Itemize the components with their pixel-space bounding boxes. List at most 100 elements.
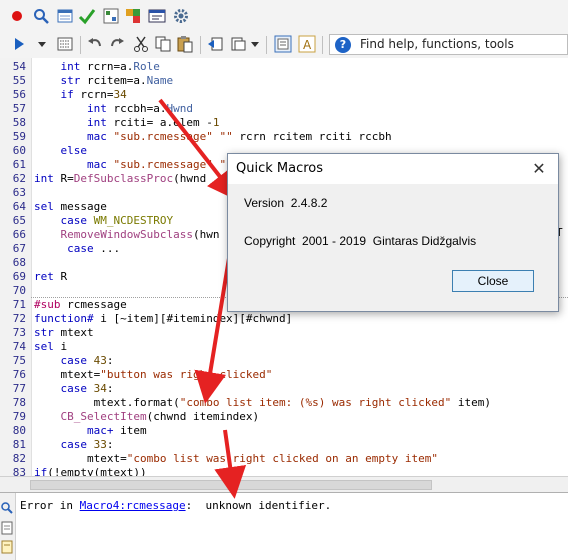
line-number: 71	[12, 298, 26, 311]
code-text[interactable]: str mtext	[34, 326, 94, 340]
code-line[interactable]: 83 if(!empty(mtext))	[0, 466, 568, 476]
code-line[interactable]: 56 if rcrn=34	[0, 88, 568, 102]
output-sidebar	[0, 493, 16, 560]
toolbar-separator	[200, 36, 201, 54]
find-output-icon[interactable]	[0, 501, 14, 515]
forward-icon[interactable]	[230, 35, 248, 53]
error-macro-link[interactable]: Macro4:rcmessage	[80, 499, 186, 512]
redo-icon[interactable]	[108, 35, 126, 53]
line-number: 62	[12, 172, 26, 185]
paste-icon[interactable]	[176, 35, 194, 53]
line-number: 73	[12, 326, 26, 339]
dialog-titlebar[interactable]: Quick Macros ✕	[228, 154, 558, 184]
code-text[interactable]: case 43:	[34, 354, 114, 368]
code-text[interactable]: CB_SelectItem(chwnd itemindex)	[34, 410, 260, 424]
output-error-message: Error in Macro4:rcmessage: unknown ident…	[20, 499, 332, 512]
properties-icon[interactable]	[56, 35, 74, 53]
code-text[interactable]: case ...	[34, 242, 120, 256]
help-search[interactable]: ? Find help, functions, tools	[329, 34, 568, 55]
code-text[interactable]: mac "sub.rcmessage" "" rcrn rcitem rciti…	[34, 130, 392, 144]
run-icon[interactable]	[10, 35, 28, 53]
document-icon[interactable]	[1, 521, 13, 535]
svg-text:A: A	[303, 38, 312, 52]
code-line[interactable]: 82 mtext="combo list was right clicked o…	[0, 452, 568, 466]
code-text[interactable]: #sub rcmessage	[34, 298, 127, 312]
code-line[interactable]: 57 int rccbh=a.Hwnd	[0, 102, 568, 116]
code-text[interactable]: if rcrn=34	[34, 88, 127, 102]
code-text[interactable]: sel message	[34, 200, 107, 214]
about-dialog: Quick Macros ✕ Version 2.4.8.2 Copyright…	[227, 153, 559, 312]
code-text[interactable]: ret R	[34, 270, 67, 284]
code-text[interactable]: mac+ item	[34, 424, 147, 438]
code-text[interactable]: RemoveWindowSubclass(hwn	[34, 228, 220, 242]
code-text[interactable]: int rccbh=a.Hwnd	[34, 102, 193, 116]
dialog-close-icon[interactable]: ✕	[528, 159, 550, 179]
run-dropdown-icon[interactable]	[36, 35, 48, 53]
code-text[interactable]: int R=DefSubclassProc(hwnd	[34, 172, 206, 186]
undo-icon[interactable]	[86, 35, 104, 53]
code-text[interactable]: case WM_NCDESTROY	[34, 214, 174, 228]
code-text[interactable]: mtext.format("combo list item: (%s) was …	[34, 396, 491, 410]
code-text[interactable]: int rciti= a.elem -1	[34, 116, 219, 130]
code-text[interactable]: case 33:	[34, 438, 114, 452]
script-icon[interactable]	[1, 540, 13, 554]
window-list-icon[interactable]	[56, 7, 74, 25]
line-number: 65	[12, 214, 26, 227]
view-icon[interactable]	[274, 35, 292, 53]
code-text[interactable]: mtext="combo list was right clicked on a…	[34, 452, 438, 466]
find-icon[interactable]	[32, 7, 50, 25]
line-number: 78	[12, 396, 26, 409]
copyright-text: Copyright 2001 - 2019 Gintaras Didžgalvi…	[244, 234, 477, 248]
output-pane[interactable]: Error in Macro4:rcmessage: unknown ident…	[0, 492, 568, 560]
options-gear-icon[interactable]	[172, 7, 190, 25]
code-text[interactable]: else	[34, 144, 88, 158]
line-number: 70	[12, 284, 26, 297]
code-line[interactable]: 75 case 43:	[0, 354, 568, 368]
code-line[interactable]: 55 str rcitem=a.Name	[0, 74, 568, 88]
code-line[interactable]: 80 mac+ item	[0, 424, 568, 438]
text-format-icon[interactable]: A	[298, 35, 316, 53]
line-number: 60	[12, 144, 26, 157]
line-number: 77	[12, 382, 26, 395]
horizontal-scrollbar[interactable]	[0, 476, 568, 493]
code-line[interactable]: 58 int rciti= a.elem -1	[0, 116, 568, 130]
code-text[interactable]: if(!empty(mtext))	[34, 466, 147, 476]
dialog-body: Version 2.4.8.2 Copyright 2001 - 2019 Gi…	[228, 184, 558, 311]
code-text[interactable]: str rcitem=a.Name	[34, 74, 174, 88]
toggle-icon[interactable]	[102, 7, 120, 25]
code-text[interactable]: case 34:	[34, 382, 114, 396]
code-line[interactable]: 77 case 34:	[0, 382, 568, 396]
code-text[interactable]: int rcrn=a.Role	[34, 60, 160, 74]
forward-dropdown-icon[interactable]	[250, 35, 260, 53]
dialog-editor-icon[interactable]	[148, 7, 166, 25]
version-text: Version 2.4.8.2	[244, 196, 328, 210]
code-text[interactable]: sel i	[34, 340, 67, 354]
code-text[interactable]: function# i [~item][#itemindex][#chwnd]	[34, 312, 292, 326]
code-line[interactable]: 59 mac "sub.rcmessage" "" rcrn rcitem rc…	[0, 130, 568, 144]
code-line[interactable]: 74 sel i	[0, 340, 568, 354]
back-icon[interactable]	[206, 35, 224, 53]
cut-icon[interactable]	[132, 35, 150, 53]
check-icon[interactable]	[78, 7, 96, 25]
record-icon[interactable]	[8, 7, 26, 25]
help-icon[interactable]: ?	[335, 37, 351, 53]
components-icon[interactable]	[124, 7, 142, 25]
copy-icon[interactable]	[154, 35, 172, 53]
close-button[interactable]: Close	[452, 270, 534, 292]
code-line[interactable]: 81 case 33:	[0, 438, 568, 452]
toolbar-separator	[80, 36, 81, 54]
code-line[interactable]: 73 str mtext	[0, 326, 568, 340]
code-line[interactable]: 78 mtext.format("combo list item: (%s) w…	[0, 396, 568, 410]
code-line[interactable]: 79 CB_SelectItem(chwnd itemindex)	[0, 410, 568, 424]
line-number: 81	[12, 438, 26, 451]
line-number: 74	[12, 340, 26, 353]
code-line[interactable]: 54 int rcrn=a.Role	[0, 60, 568, 74]
main-toolbar	[0, 0, 568, 33]
line-number: 76	[12, 368, 26, 381]
scrollbar-thumb[interactable]	[30, 480, 432, 490]
code-line[interactable]: 72 function# i [~item][#itemindex][#chwnd…	[0, 312, 568, 326]
help-search-input[interactable]: Find help, functions, tools	[360, 37, 514, 51]
code-line[interactable]: 76 mtext="button was right clicked"	[0, 368, 568, 382]
code-text[interactable]: mtext="button was right clicked"	[34, 368, 272, 382]
line-number: 68	[12, 256, 26, 269]
